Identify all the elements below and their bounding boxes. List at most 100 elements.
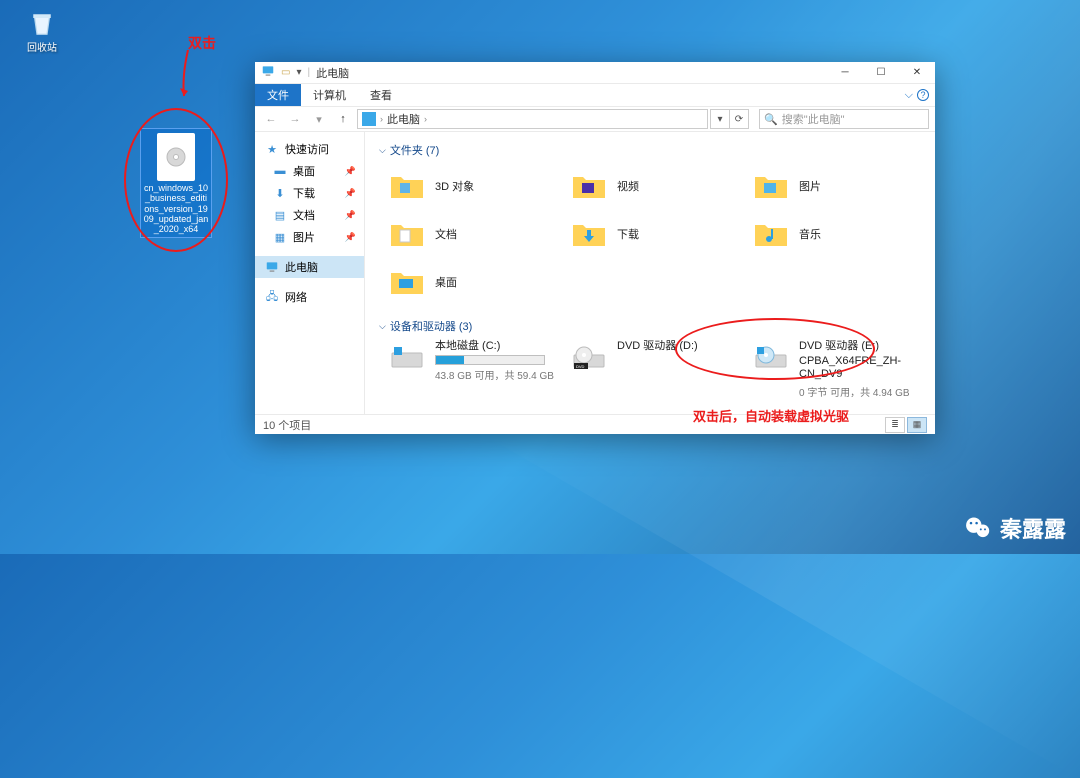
address-bar[interactable]: › 此电脑 › (357, 109, 708, 129)
document-icon: ▤ (273, 208, 287, 222)
sidebar-item-label: 下载 (293, 185, 315, 201)
search-placeholder: 搜索"此电脑" (782, 111, 845, 127)
close-button[interactable]: ✕ (899, 62, 935, 84)
sidebar-documents[interactable]: ▤ 文档 📌 (255, 204, 364, 226)
drive-local-c[interactable]: 本地磁盘 (C:) 43.8 GB 可用，共 59.4 GB (389, 340, 561, 399)
folder-label: 桌面 (435, 274, 457, 290)
folder-desktop[interactable]: 桌面 (389, 260, 561, 304)
sidebar-downloads[interactable]: ⬇ 下载 📌 (255, 182, 364, 204)
folder-icon (389, 168, 425, 204)
recycle-bin[interactable]: 回收站 (12, 6, 72, 55)
nav-up-button[interactable]: ↑ (333, 109, 353, 129)
network-icon: 🖧 (265, 290, 279, 304)
tab-file[interactable]: 文件 (255, 84, 301, 106)
desktop-icon: ▬ (273, 164, 287, 178)
nav-forward-button[interactable]: → (285, 109, 305, 129)
svg-text:DVD: DVD (576, 364, 585, 369)
group-drives-title: 设备和驱动器 (3) (390, 318, 473, 334)
pin-icon: 📌 (345, 232, 356, 243)
folder-label: 3D 对象 (435, 178, 474, 194)
search-input[interactable]: 🔍 搜索"此电脑" (759, 109, 929, 129)
dvd-drive-icon: DVD (571, 340, 607, 376)
wechat-icon (964, 514, 992, 542)
drive-name: 本地磁盘 (C:) (435, 340, 554, 353)
address-location: 此电脑 (387, 111, 420, 127)
ribbon-expand-icon[interactable]: ⌵ (905, 89, 913, 102)
sidebar-quick-access[interactable]: ★ 快速访问 (255, 138, 364, 160)
folder-icon (753, 216, 789, 252)
tab-view[interactable]: 查看 (358, 84, 404, 106)
pc-small-icon (362, 112, 376, 126)
folder-pictures[interactable]: 图片 (753, 164, 925, 208)
folder-documents[interactable]: 文档 (389, 212, 561, 256)
sidebar-desktop[interactable]: ▬ 桌面 📌 (255, 160, 364, 182)
sidebar-item-label: 文档 (293, 207, 315, 223)
maximize-button[interactable]: ☐ (863, 62, 899, 84)
annotation-result: 双击后，自动装载虚拟光驱 (693, 406, 849, 425)
view-details-button[interactable]: ≣ (885, 417, 905, 433)
pin-icon: 📌 (345, 210, 356, 221)
titlebar[interactable]: ▭ ▾ | 此电脑 ─ ☐ ✕ (255, 62, 935, 84)
pc-icon (261, 64, 275, 81)
folder-icon (571, 216, 607, 252)
hdd-icon (389, 340, 425, 376)
group-folders-title: 文件夹 (7) (390, 142, 440, 158)
minimize-button[interactable]: ─ (827, 62, 863, 84)
watermark-text: 秦露露 (1000, 512, 1066, 544)
chevron-down-icon[interactable]: ▾ (296, 67, 301, 78)
folder-label: 文档 (435, 226, 457, 242)
folder-music[interactable]: 音乐 (753, 212, 925, 256)
refresh-button[interactable]: ⟳ (729, 109, 749, 129)
group-folders-header[interactable]: ⌵ 文件夹 (7) (371, 138, 925, 164)
download-icon: ⬇ (273, 186, 287, 200)
ribbon-tabs: 文件 计算机 查看 ⌵ ? (255, 84, 935, 106)
folder-3d-objects[interactable]: 3D 对象 (389, 164, 561, 208)
address-row: ← → ▾ ↑ › 此电脑 › ▾ ⟳ 🔍 搜索"此电脑" (255, 106, 935, 132)
nav-back-button[interactable]: ← (261, 109, 281, 129)
sidebar-pictures[interactable]: ▦ 图片 📌 (255, 226, 364, 248)
star-icon: ★ (265, 142, 279, 156)
sidebar-item-label: 桌面 (293, 163, 315, 179)
sidebar-network[interactable]: 🖧 网络 (255, 286, 364, 308)
pictures-icon: ▦ (273, 230, 287, 244)
tab-computer[interactable]: 计算机 (301, 84, 358, 106)
drive-sub: 43.8 GB 可用，共 59.4 GB (435, 367, 554, 382)
drive-usage-bar (435, 355, 545, 365)
status-text: 10 个项目 (263, 417, 311, 433)
pin-icon: 📌 (345, 188, 356, 199)
file-explorer-window: ▭ ▾ | 此电脑 ─ ☐ ✕ 文件 计算机 查看 ⌵ ? ← → ▾ ↑ › … (255, 62, 935, 434)
sidebar-item-label: 网络 (285, 289, 307, 305)
folder-icon (389, 216, 425, 252)
sidebar-item-label: 此电脑 (285, 259, 318, 275)
folder-downloads[interactable]: 下载 (571, 212, 743, 256)
chevron-down-icon: ⌵ (379, 321, 386, 332)
drive-sub: 0 字节 可用，共 4.94 GB (799, 384, 925, 399)
watermark: 秦露露 (964, 512, 1066, 544)
content-pane[interactable]: ⌵ 文件夹 (7) 3D 对象 视频 图片 文档 (365, 132, 935, 414)
folder-icon (571, 168, 607, 204)
sidebar-item-label: 图片 (293, 229, 315, 245)
folder-label: 音乐 (799, 226, 821, 242)
chevron-right-icon: › (380, 114, 383, 124)
pin-icon: 📌 (345, 166, 356, 177)
recycle-bin-icon (25, 6, 59, 40)
folder-qat-icon[interactable]: ▭ (281, 67, 290, 78)
folder-label: 下载 (617, 226, 639, 242)
folder-label: 图片 (799, 178, 821, 194)
address-dropdown-button[interactable]: ▾ (710, 109, 730, 129)
sidebar-this-pc[interactable]: 此电脑 (255, 256, 364, 278)
folder-icon (753, 168, 789, 204)
annotation-circle-iso (124, 108, 228, 252)
folder-label: 视频 (617, 178, 639, 194)
search-icon: 🔍 (764, 113, 778, 126)
folder-videos[interactable]: 视频 (571, 164, 743, 208)
chevron-right-icon: › (424, 114, 427, 124)
nav-recent-button[interactable]: ▾ (309, 109, 329, 129)
help-icon[interactable]: ? (917, 89, 929, 101)
annotation-circle-drive (675, 318, 875, 380)
recycle-bin-label: 回收站 (12, 43, 72, 55)
pc-icon (265, 260, 279, 274)
view-icons-button[interactable]: ▦ (907, 417, 927, 433)
folders-grid: 3D 对象 视频 图片 文档 下载 (371, 164, 925, 304)
annotation-arrow-icon (176, 48, 196, 104)
